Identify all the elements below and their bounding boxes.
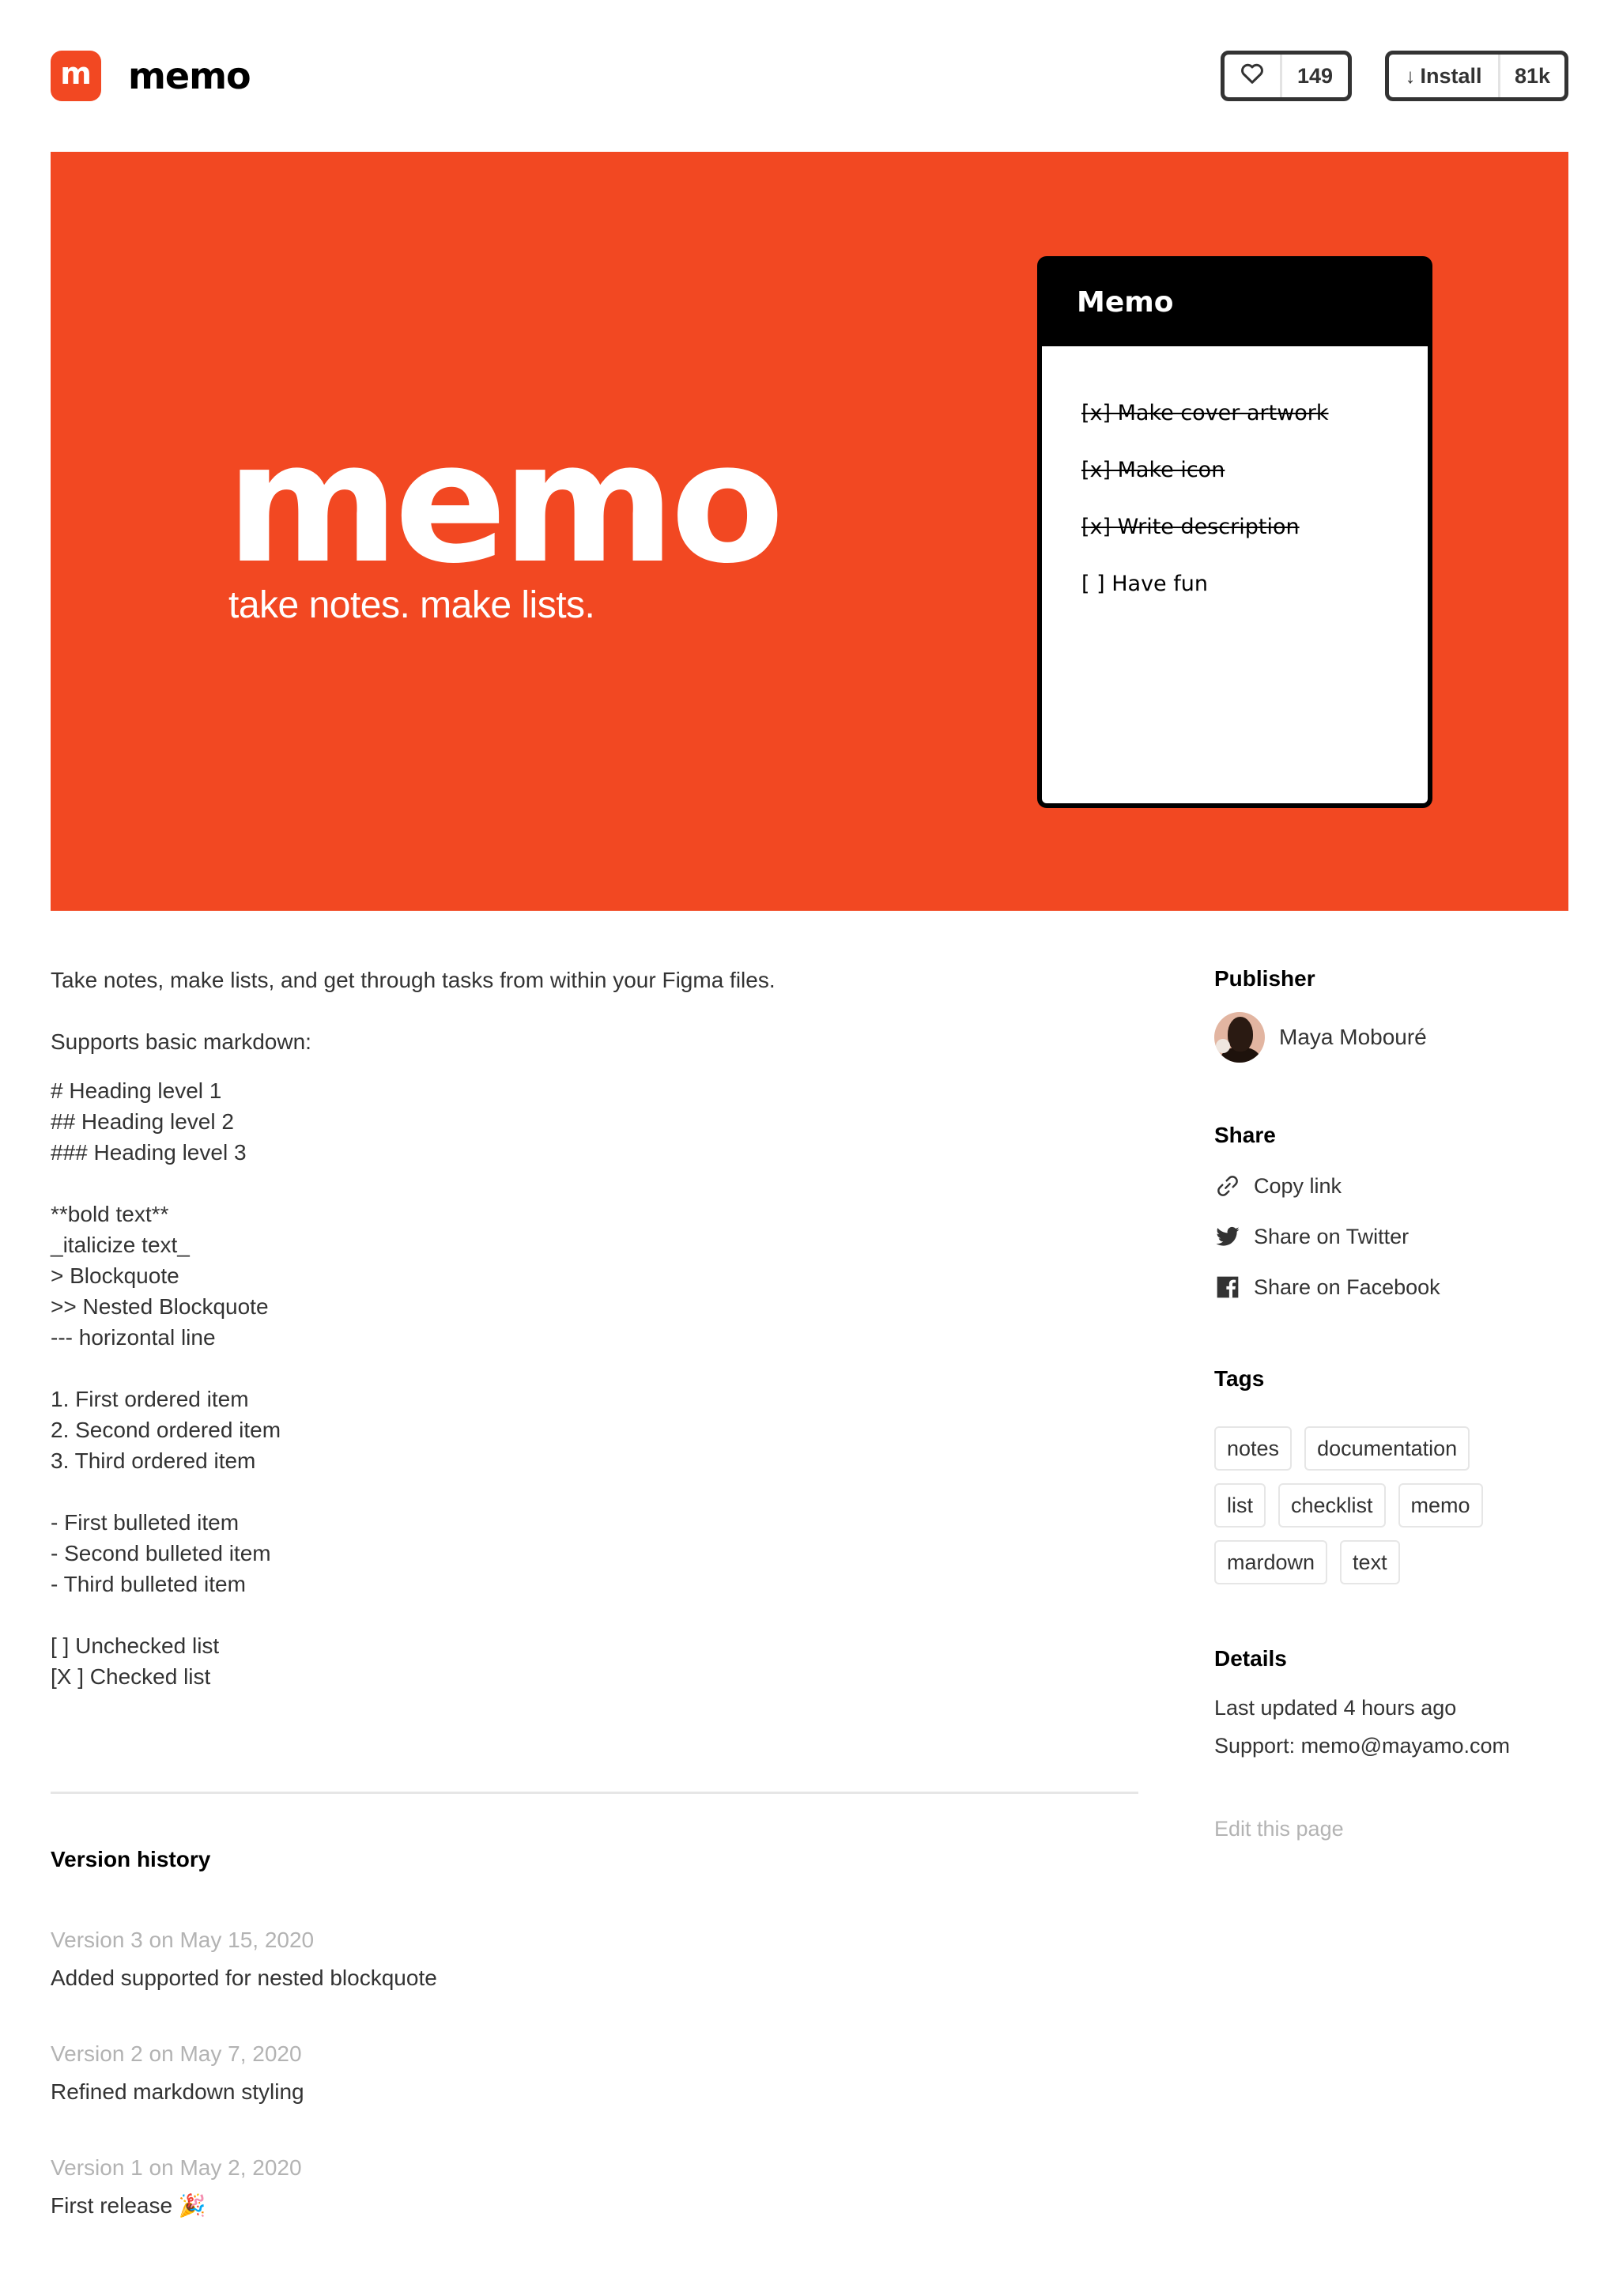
markdown-example: [ ] Unchecked list [51,1633,220,1658]
version-meta: Version 3 on May 15, 2020 [51,1928,315,1952]
memo-item: [x] Make icon [1081,458,1225,482]
share-label: Share on Twitter [1254,1224,1410,1248]
twitter-icon [1214,1223,1241,1250]
section-divider [51,1792,1138,1794]
publisher-link[interactable]: Maya Mobouré [1214,1012,1568,1063]
memo-item: [ ] Have fun [1081,572,1208,596]
version-meta: Version 2 on May 7, 2020 [51,2041,302,2066]
app-name: memo [128,55,251,97]
banner-tagline: take notes. make lists. [228,584,595,626]
markdown-example: _italicize text_ [51,1233,190,1257]
memo-item: [x] Write description [1081,515,1300,539]
arrow-down-icon: ↓ [1405,63,1416,88]
markdown-example: ### Heading level 3 [51,1140,247,1165]
share-facebook-button[interactable]: Share on Facebook [1214,1273,1568,1301]
version-note: Refined markdown styling [51,2079,304,2104]
markdown-example: --- horizontal line [51,1325,216,1350]
facebook-icon [1214,1274,1241,1301]
install-label: Install [1420,63,1482,88]
tag[interactable]: notes [1214,1426,1293,1471]
version-history-heading: Version history [51,1847,211,1871]
support-contact[interactable]: Support: memo@mayamo.com [1214,1727,1568,1765]
publisher-heading: Publisher [1214,966,1315,991]
avatar [1214,1012,1265,1063]
install-button[interactable]: ↓ Install 81k [1385,51,1568,101]
markdown-example: >> Nested Blockquote [51,1294,269,1319]
version-meta: Version 1 on May 2, 2020 [51,2155,302,2180]
edit-page-link[interactable]: Edit this page [1214,1817,1568,1841]
version-note: First release 🎉 [51,2193,206,2218]
like-count: 149 [1296,63,1334,88]
last-updated: Last updated 4 hours ago [1214,1696,1457,1720]
tag[interactable]: checklist [1278,1483,1386,1528]
header: m memo 149 ↓ Install 81k [51,51,1568,101]
share-label: Share on Facebook [1254,1275,1440,1299]
details-heading: Details [1214,1646,1287,1671]
tag[interactable]: text [1340,1540,1400,1584]
memo-card-body: [x] Make cover artwork [x] Make icon [x]… [1042,346,1428,803]
heart-icon [1240,62,1264,90]
share-heading: Share [1214,1123,1276,1147]
markdown-example: - First bulleted item [51,1510,240,1535]
publisher-name: Maya Mobouré [1279,1025,1427,1049]
install-count: 81k [1514,63,1551,88]
markdown-example: > Blockquote [51,1263,179,1288]
description-intro: Take notes, make lists, and get through … [51,968,776,992]
markdown-example: # Heading level 1 [51,1078,222,1103]
install-action[interactable]: ↓ Install [1389,55,1498,97]
tag[interactable]: mardown [1214,1540,1328,1584]
tag[interactable]: list [1214,1483,1266,1528]
memo-card-title: Memo [1077,286,1174,319]
description-supports: Supports basic markdown: [51,1029,311,1054]
tags-heading: Tags [1214,1366,1265,1391]
markdown-example: ## Heading level 2 [51,1109,234,1134]
plugin-description: Take notes, make lists, and get through … [51,965,1138,1723]
markdown-example: 1. First ordered item [51,1387,249,1411]
version-note: Added supported for nested blockquote [51,1966,437,1990]
markdown-example: 3. Third ordered item [51,1448,256,1473]
link-icon [1214,1173,1241,1199]
markdown-example: - Third bulleted item [51,1572,246,1596]
like-toggle[interactable] [1225,55,1280,97]
version-entry: Version 3 on May 15, 2020 Added supporte… [51,1924,1138,2038]
like-button[interactable]: 149 [1221,51,1352,101]
banner-title: memo [226,406,784,600]
markdown-example: 2. Second ordered item [51,1418,281,1442]
markdown-example: **bold text** [51,1202,169,1226]
tag[interactable]: documentation [1304,1426,1470,1471]
copy-link-button[interactable]: Copy link [1214,1172,1568,1200]
tag-list: notes documentation list checklist memo … [1214,1426,1568,1597]
sidebar: Publisher Maya Mobouré Share Copy link S… [1214,965,1568,1841]
cover-banner: memo take notes. make lists. Memo [x] Ma… [51,152,1568,911]
markdown-example: [X ] Checked list [51,1664,211,1689]
app-icon: m [51,51,101,101]
memo-item: [x] Make cover artwork [1081,401,1329,425]
version-list: Version 3 on May 15, 2020 Added supporte… [51,1924,1138,2266]
version-entry: Version 2 on May 7, 2020 Refined markdow… [51,2038,1138,2152]
share-twitter-button[interactable]: Share on Twitter [1214,1222,1568,1251]
share-label: Copy link [1254,1173,1342,1198]
version-entry: Version 1 on May 2, 2020 First release 🎉 [51,2152,1138,2266]
memo-preview-card: Memo [x] Make cover artwork [x] Make ico… [1037,256,1432,808]
tag[interactable]: memo [1398,1483,1483,1528]
markdown-example: - Second bulleted item [51,1541,271,1565]
